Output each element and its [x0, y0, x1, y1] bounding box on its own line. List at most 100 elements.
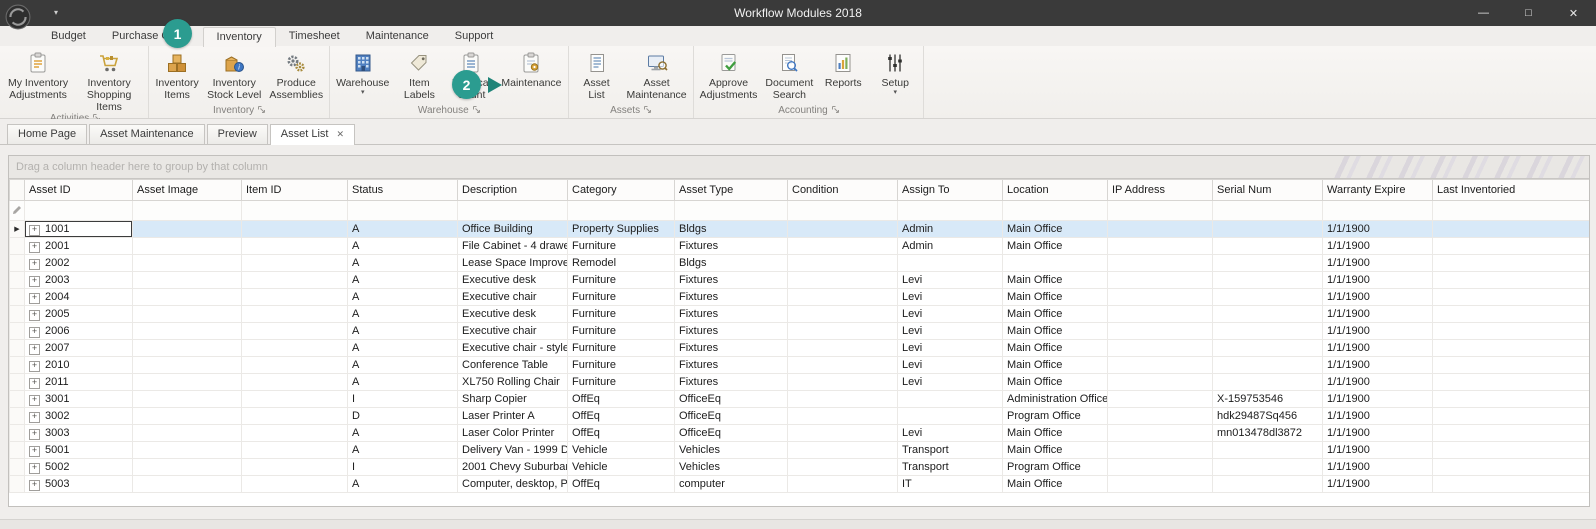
cell-ip-address[interactable] [1108, 408, 1213, 425]
expand-row-icon[interactable]: + [29, 259, 40, 270]
cell-item-id[interactable] [242, 306, 348, 323]
cell-assign-to[interactable]: Levi [898, 272, 1003, 289]
cell-status[interactable]: A [348, 255, 458, 272]
expand-row-icon[interactable]: + [29, 361, 40, 372]
cell-item-id[interactable] [242, 442, 348, 459]
cell-ip-address[interactable] [1108, 272, 1213, 289]
filter-cell-last-inventoried[interactable] [1433, 201, 1590, 221]
my-inventory-adjustments-button[interactable]: My Inventory Adjustments [4, 48, 72, 113]
cell-location[interactable]: Main Office [1003, 476, 1108, 493]
cell-serial-num[interactable] [1213, 476, 1323, 493]
cell-assign-to[interactable]: Transport [898, 459, 1003, 476]
cell-status[interactable]: A [348, 442, 458, 459]
cell-location[interactable] [1003, 255, 1108, 272]
cell-last-inventoried[interactable] [1433, 323, 1590, 340]
cell-description[interactable]: XL750 Rolling Chair [458, 374, 568, 391]
row-indicator[interactable] [10, 374, 25, 391]
cell-last-inventoried[interactable] [1433, 391, 1590, 408]
cell-location[interactable]: Program Office [1003, 459, 1108, 476]
column-header-serial-num[interactable]: Serial Num [1213, 180, 1323, 201]
item-labels-button[interactable]: Item Labels [393, 48, 445, 103]
cell-description[interactable]: Conference Table [458, 357, 568, 374]
cell-location[interactable]: Main Office [1003, 289, 1108, 306]
cell-item-id[interactable] [242, 374, 348, 391]
cell-last-inventoried[interactable] [1433, 476, 1590, 493]
cell-category[interactable]: OffEq [568, 391, 675, 408]
cell-asset-id[interactable]: +2005 [25, 306, 133, 323]
cell-assign-to[interactable] [898, 408, 1003, 425]
expand-row-icon[interactable]: + [29, 310, 40, 321]
cell-status[interactable]: A [348, 476, 458, 493]
cell-condition[interactable] [788, 391, 898, 408]
cell-assign-to[interactable]: Levi [898, 374, 1003, 391]
filter-cell-assign-to[interactable] [898, 201, 1003, 221]
expand-row-icon[interactable]: + [29, 463, 40, 474]
cell-asset-id[interactable]: +3003 [25, 425, 133, 442]
cell-last-inventoried[interactable] [1433, 374, 1590, 391]
filter-cell-description[interactable] [458, 201, 568, 221]
row-indicator[interactable] [10, 391, 25, 408]
minimize-button[interactable]: — [1461, 0, 1506, 26]
cell-item-id[interactable] [242, 425, 348, 442]
cell-status[interactable]: A [348, 306, 458, 323]
setup-button[interactable]: Setup▾ [869, 48, 921, 103]
cell-item-id[interactable] [242, 340, 348, 357]
cell-warranty-expire[interactable]: 1/1/1900 [1323, 442, 1433, 459]
cell-description[interactable]: Executive desk [458, 272, 568, 289]
filter-cell-serial-num[interactable] [1213, 201, 1323, 221]
maximize-button[interactable]: □ [1506, 0, 1551, 26]
cell-asset-id[interactable]: +3001 [25, 391, 133, 408]
cell-warranty-expire[interactable]: 1/1/1900 [1323, 238, 1433, 255]
cell-serial-num[interactable] [1213, 459, 1323, 476]
cell-ip-address[interactable] [1108, 442, 1213, 459]
cell-category[interactable]: Furniture [568, 374, 675, 391]
row-indicator[interactable] [10, 323, 25, 340]
cell-category[interactable]: OffEq [568, 408, 675, 425]
filter-cell-condition[interactable] [788, 201, 898, 221]
cell-last-inventoried[interactable] [1433, 357, 1590, 374]
cell-warranty-expire[interactable]: 1/1/1900 [1323, 357, 1433, 374]
cell-status[interactable]: A [348, 357, 458, 374]
cell-asset-image[interactable] [133, 374, 242, 391]
cell-description[interactable]: Executive chair [458, 289, 568, 306]
cell-status[interactable]: A [348, 340, 458, 357]
cell-asset-image[interactable] [133, 408, 242, 425]
cell-ip-address[interactable] [1108, 476, 1213, 493]
cell-serial-num[interactable] [1213, 272, 1323, 289]
cell-location[interactable]: Program Office [1003, 408, 1108, 425]
cell-ip-address[interactable] [1108, 459, 1213, 476]
cell-asset-type[interactable]: Fixtures [675, 323, 788, 340]
column-header-item-id[interactable]: Item ID [242, 180, 348, 201]
cell-serial-num[interactable]: hdk29487Sq456 [1213, 408, 1323, 425]
inventory-shopping-items-button[interactable]: Inventory Shopping Items [72, 48, 146, 113]
cell-warranty-expire[interactable]: 1/1/1900 [1323, 391, 1433, 408]
cell-location[interactable]: Main Office [1003, 306, 1108, 323]
dialog-launcher-icon[interactable] [258, 105, 265, 116]
cell-status[interactable]: A [348, 238, 458, 255]
cell-assign-to[interactable]: Levi [898, 306, 1003, 323]
close-button[interactable]: ✕ [1551, 0, 1596, 26]
cell-location[interactable]: Main Office [1003, 272, 1108, 289]
cell-warranty-expire[interactable]: 1/1/1900 [1323, 255, 1433, 272]
cell-ip-address[interactable] [1108, 306, 1213, 323]
cell-description[interactable]: Computer, desktop, Pe… [458, 476, 568, 493]
cell-condition[interactable] [788, 357, 898, 374]
cell-status[interactable]: A [348, 272, 458, 289]
cell-asset-image[interactable] [133, 238, 242, 255]
cell-asset-image[interactable] [133, 357, 242, 374]
cell-asset-type[interactable]: Fixtures [675, 374, 788, 391]
ribbon-tab-inventory[interactable]: Inventory [203, 27, 276, 47]
cell-last-inventoried[interactable] [1433, 425, 1590, 442]
expand-row-icon[interactable]: + [29, 327, 40, 338]
document-search-button[interactable]: Document Search [761, 48, 817, 103]
cell-description[interactable]: Laser Color Printer [458, 425, 568, 442]
cell-asset-id[interactable]: +2004 [25, 289, 133, 306]
filter-cell-status[interactable] [348, 201, 458, 221]
cell-assign-to[interactable]: Levi [898, 357, 1003, 374]
cell-asset-image[interactable] [133, 272, 242, 289]
column-header-ip-address[interactable]: IP Address [1108, 180, 1213, 201]
asset-list-button[interactable]: Asset List [571, 48, 623, 103]
cell-asset-image[interactable] [133, 459, 242, 476]
cell-assign-to[interactable]: Transport [898, 442, 1003, 459]
cell-item-id[interactable] [242, 476, 348, 493]
